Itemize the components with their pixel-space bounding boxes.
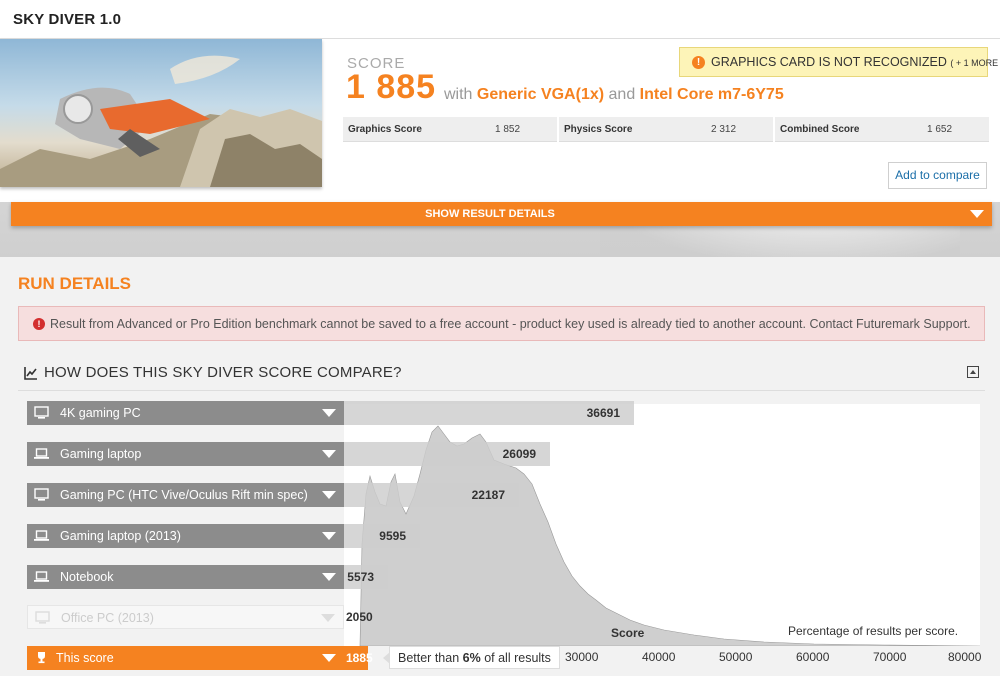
row-name: 4K gaming PC bbox=[60, 406, 141, 420]
score-bar-notebook: 5573 bbox=[344, 565, 388, 589]
physics-score-cell: Physics Score 2 312 bbox=[559, 117, 773, 142]
score-bar-4k-gaming-pc: 36691 bbox=[344, 401, 634, 425]
row-name: Gaming laptop (2013) bbox=[60, 529, 181, 543]
x-axis-title: Score bbox=[611, 626, 645, 640]
chevron-down-icon[interactable] bbox=[322, 654, 336, 662]
x-tick-label: 80000 bbox=[948, 650, 982, 664]
warning-more-link[interactable]: ( + 1 MORE ) bbox=[950, 58, 1000, 68]
bar-value: 26099 bbox=[502, 447, 536, 461]
score-bar-this-score: 1885 bbox=[344, 646, 373, 670]
laptop-icon bbox=[34, 448, 49, 459]
subscore-label: Combined Score bbox=[780, 124, 860, 135]
row-name: Notebook bbox=[60, 570, 114, 584]
error-icon: ! bbox=[33, 318, 45, 330]
row-name: Office PC (2013) bbox=[61, 611, 154, 625]
percentile-tooltip: Better than 6% of all results bbox=[383, 646, 560, 669]
desktop-icon bbox=[34, 488, 49, 501]
desktop-icon bbox=[34, 406, 49, 419]
x-tick-label: 70000 bbox=[873, 650, 907, 664]
trophy-icon bbox=[38, 652, 45, 664]
error-text: Result from Advanced or Pro Edition benc… bbox=[50, 317, 971, 331]
score-distribution-plot bbox=[344, 404, 980, 646]
bar-value: 5573 bbox=[347, 570, 374, 584]
score-bar-office-pc-2013: 2050 bbox=[344, 605, 373, 629]
run-details-title: RUN DETAILS bbox=[18, 274, 132, 293]
with-word: with bbox=[444, 86, 473, 103]
chevron-down-icon[interactable] bbox=[322, 491, 336, 499]
app-header: SKY DIVER 1.0 bbox=[0, 0, 1000, 39]
compare-title: HOW DOES THIS SKY DIVER SCORE COMPARE? bbox=[44, 364, 402, 381]
percentile-prefix: Better than bbox=[398, 651, 460, 665]
chevron-down-icon[interactable] bbox=[322, 532, 336, 540]
score-bar-gaming-laptop: 26099 bbox=[344, 442, 550, 466]
compare-row-gaming-pc-vr[interactable]: Gaming PC (HTC Vive/Oculus Rift min spec… bbox=[27, 483, 344, 507]
subscore-value: 1 652 bbox=[927, 124, 953, 135]
compare-row-notebook[interactable]: Notebook bbox=[27, 565, 344, 589]
row-name: This score bbox=[56, 651, 114, 665]
score-bar-gaming-pc-vr: 22187 bbox=[344, 483, 519, 507]
hardware-summary: with Generic VGA(1x) and Intel Core m7-6… bbox=[444, 86, 784, 104]
x-tick-label: 40000 bbox=[642, 650, 676, 664]
laptop-icon bbox=[34, 530, 49, 541]
subscores: Graphics Score 1 852 Physics Score 2 312… bbox=[343, 117, 989, 142]
gpu-name[interactable]: Generic VGA(1x) bbox=[477, 86, 604, 103]
show-details-label: SHOW RESULT DETAILS bbox=[425, 208, 555, 220]
x-tick-label: 50000 bbox=[719, 650, 753, 664]
warning-icon: ! bbox=[692, 56, 705, 69]
compare-row-4k-gaming-pc[interactable]: 4K gaming PC bbox=[27, 401, 344, 425]
error-banner: ! Result from Advanced or Pro Edition be… bbox=[18, 306, 985, 341]
overall-score: 1 885 bbox=[346, 68, 437, 106]
bar-value: 2050 bbox=[346, 610, 373, 624]
row-name: Gaming laptop bbox=[60, 447, 142, 461]
and-word: and bbox=[608, 86, 636, 103]
chevron-down-icon[interactable] bbox=[322, 573, 336, 581]
compare-header: HOW DOES THIS SKY DIVER SCORE COMPARE? bbox=[18, 356, 985, 391]
laptop-icon bbox=[34, 571, 49, 582]
benchmark-thumbnail bbox=[0, 39, 322, 187]
subscore-label: Physics Score bbox=[564, 124, 633, 135]
row-name: Gaming PC (HTC Vive/Oculus Rift min spec… bbox=[60, 488, 308, 502]
x-tick-label: 30000 bbox=[565, 650, 599, 664]
bar-value: 9595 bbox=[379, 529, 406, 543]
graphics-score-cell: Graphics Score 1 852 bbox=[343, 117, 557, 142]
warning-text: GRAPHICS CARD IS NOT RECOGNIZED bbox=[711, 55, 947, 69]
bar-value: 22187 bbox=[471, 488, 505, 502]
collapse-toggle-icon[interactable] bbox=[967, 366, 979, 378]
compare-row-office-pc-2013[interactable]: Office PC (2013) bbox=[27, 605, 344, 629]
bar-value: 1885 bbox=[346, 651, 373, 665]
x-tick-label: 60000 bbox=[796, 650, 830, 664]
combined-score-cell: Combined Score 1 652 bbox=[775, 117, 989, 142]
score-bar-gaming-laptop-2013: 9595 bbox=[344, 524, 420, 548]
chevron-down-icon[interactable] bbox=[322, 450, 336, 458]
percentage-note: Percentage of results per score. bbox=[788, 624, 959, 638]
show-result-details-button[interactable]: SHOW RESULT DETAILS bbox=[11, 202, 992, 226]
cpu-name[interactable]: Intel Core m7-6Y75 bbox=[640, 86, 784, 103]
percentile-suffix: of all results bbox=[484, 651, 551, 665]
subscore-label: Graphics Score bbox=[348, 124, 422, 135]
gpu-warning-banner[interactable]: ! GRAPHICS CARD IS NOT RECOGNIZED ( + 1 … bbox=[679, 47, 1000, 77]
desktop-icon bbox=[35, 611, 50, 624]
page-title: SKY DIVER 1.0 bbox=[13, 11, 122, 28]
compare-row-this-score[interactable]: This score bbox=[27, 646, 344, 670]
percentile-value: 6% bbox=[462, 651, 481, 665]
chevron-down-icon[interactable] bbox=[321, 614, 335, 622]
subscore-value: 2 312 bbox=[711, 124, 737, 135]
chevron-down-icon bbox=[970, 210, 984, 218]
bar-value: 36691 bbox=[586, 406, 620, 420]
compare-row-gaming-laptop[interactable]: Gaming laptop bbox=[27, 442, 344, 466]
compare-row-gaming-laptop-2013[interactable]: Gaming laptop (2013) bbox=[27, 524, 344, 548]
subscore-value: 1 852 bbox=[495, 124, 521, 135]
chevron-down-icon[interactable] bbox=[322, 409, 336, 417]
line-chart-icon bbox=[24, 367, 37, 380]
add-to-compare-button[interactable]: Add to compare bbox=[888, 162, 987, 189]
